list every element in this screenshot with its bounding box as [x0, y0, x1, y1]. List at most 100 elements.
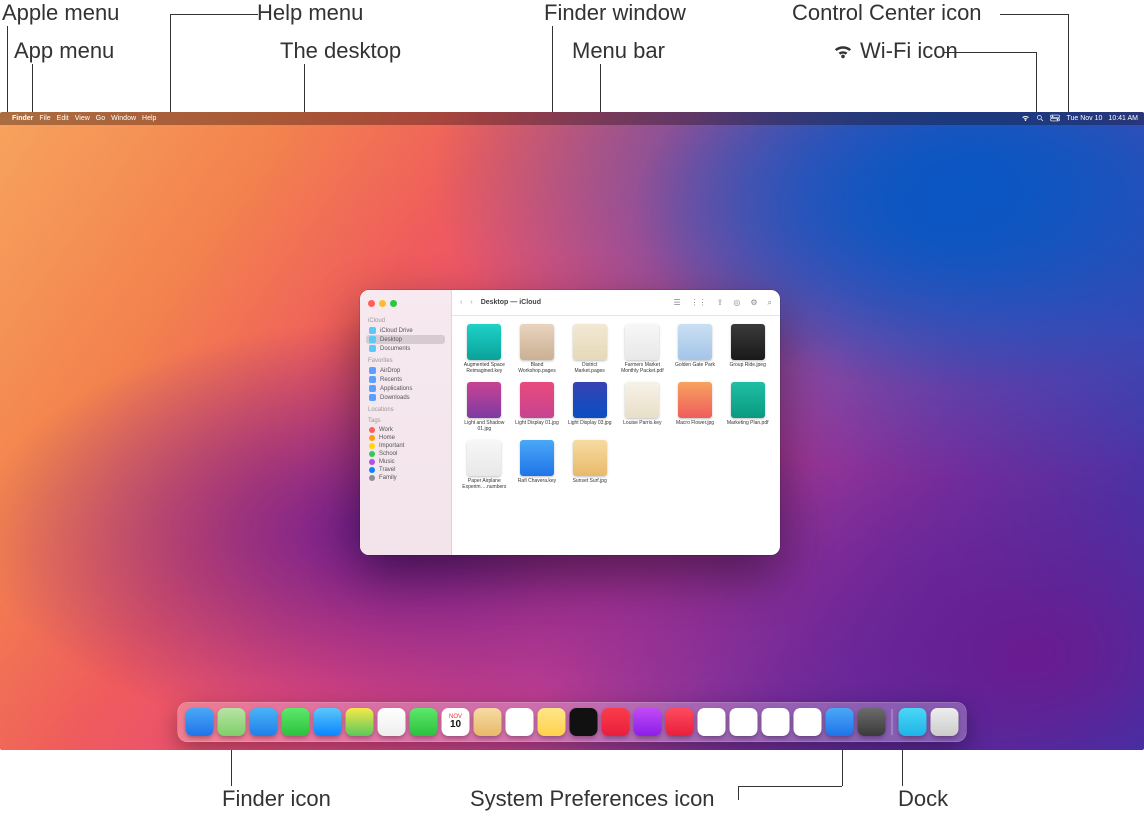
file-thumb	[573, 382, 607, 418]
sidebar-tag-travel[interactable]: Travel	[366, 466, 445, 474]
sidebar-item-label: Family	[379, 475, 397, 481]
sidebar-tag-family[interactable]: Family	[366, 474, 445, 482]
minimize-button[interactable]	[379, 300, 386, 307]
menu-file[interactable]: File	[39, 115, 50, 122]
dock-downloads-icon[interactable]	[899, 708, 927, 736]
share-button[interactable]: ⇪	[717, 298, 724, 308]
file-item[interactable]: Golden Gate Park	[671, 324, 720, 374]
sidebar-item-icloud-drive[interactable]: iCloud Drive	[366, 326, 445, 335]
sidebar-item-applications[interactable]: Applications	[366, 384, 445, 393]
menu-edit[interactable]: Edit	[57, 115, 69, 122]
dock-stocks-icon[interactable]	[698, 708, 726, 736]
file-name: Marketing Plan.pdf	[727, 421, 769, 427]
wifi-icon[interactable]	[1021, 114, 1030, 124]
file-item[interactable]: Farmers Market Monthly Packet.pdf	[618, 324, 667, 374]
finder-toolbar: ‹ › Desktop — iCloud ☰ ⋮⋮ ⇪ ◎ ⚙︎ ⌕	[452, 290, 780, 316]
leader	[944, 52, 1036, 53]
file-item[interactable]: Group Ride.jpeg	[723, 324, 772, 374]
file-item[interactable]: Louise Parris.key	[618, 382, 667, 432]
back-button[interactable]: ‹	[460, 299, 462, 306]
action-button[interactable]: ⚙︎	[750, 298, 757, 308]
dock-trash-icon[interactable]	[931, 708, 959, 736]
sidebar-tag-important[interactable]: Important	[366, 442, 445, 450]
file-item[interactable]: Paper Airplane Experim….numbers	[460, 440, 509, 490]
dock-reminders-icon[interactable]	[506, 708, 534, 736]
dock-messages-icon[interactable]	[282, 708, 310, 736]
dock-calendar-icon[interactable]: NOV10	[442, 708, 470, 736]
dock-launchpad-icon[interactable]	[218, 708, 246, 736]
sidebar-item-airdrop[interactable]: AirDrop	[366, 366, 445, 375]
callout-wifi: Wi-Fi icon	[832, 38, 958, 64]
menu-window[interactable]: Window	[111, 115, 136, 122]
file-item[interactable]: District Market.pages	[565, 324, 614, 374]
dock-maps-icon[interactable]	[346, 708, 374, 736]
sidebar-item-label: Applications	[380, 386, 412, 392]
sidebar-tag-music[interactable]: Music	[366, 458, 445, 466]
dock-mail-icon[interactable]	[314, 708, 342, 736]
file-thumb	[520, 382, 554, 418]
dock-tv-icon[interactable]	[570, 708, 598, 736]
file-item[interactable]: Rafi Chavera.key	[513, 440, 562, 490]
dock-notes-icon[interactable]	[538, 708, 566, 736]
menu-bar: Finder File Edit View Go Window Help Tue…	[0, 112, 1144, 125]
sidebar-item-recents[interactable]: Recents	[366, 375, 445, 384]
group-button[interactable]: ⋮⋮	[691, 298, 707, 308]
sidebar-item-downloads[interactable]: Downloads	[366, 393, 445, 402]
file-name: Sunset Surf.jpg	[573, 479, 607, 485]
sidebar-item-documents[interactable]: Documents	[366, 344, 445, 353]
file-item[interactable]: Light and Shadow 01.jpg	[460, 382, 509, 432]
dock-podcasts-icon[interactable]	[634, 708, 662, 736]
forward-button[interactable]: ›	[470, 299, 472, 306]
sidebar-label-favorites: Favorites	[368, 358, 447, 364]
leader	[170, 14, 258, 15]
dock-music-icon[interactable]	[602, 708, 630, 736]
app-menu[interactable]: Finder	[12, 115, 33, 122]
file-item[interactable]: Macro Flower.jpg	[671, 382, 720, 432]
leader	[1036, 52, 1037, 112]
file-name: Rafi Chavera.key	[518, 479, 556, 485]
menu-go[interactable]: Go	[96, 115, 105, 122]
view-icons-button[interactable]: ☰	[673, 298, 680, 308]
file-item[interactable]: Sunset Surf.jpg	[565, 440, 614, 490]
file-thumb	[520, 324, 554, 360]
dock-finder-icon[interactable]	[186, 708, 214, 736]
callout-app-menu: App menu	[14, 38, 114, 64]
tag-dot-icon	[369, 459, 375, 465]
dock-numbers-icon[interactable]	[730, 708, 758, 736]
dock-contacts-icon[interactable]	[474, 708, 502, 736]
dock-photos-icon[interactable]	[378, 708, 406, 736]
file-item[interactable]: Light Display 01.jpg	[513, 382, 562, 432]
spotlight-icon[interactable]	[1036, 114, 1044, 124]
control-center-icon[interactable]	[1050, 114, 1060, 124]
dock-appstore-icon[interactable]	[826, 708, 854, 736]
sidebar-item-label: Travel	[379, 467, 395, 473]
leader	[231, 750, 232, 786]
file-item[interactable]: Light Display 03.jpg	[565, 382, 614, 432]
tag-button[interactable]: ◎	[733, 298, 740, 308]
menubar-time[interactable]: 10:41 AM	[1108, 115, 1138, 122]
menu-view[interactable]: View	[75, 115, 90, 122]
sidebar-item-desktop[interactable]: Desktop	[366, 335, 445, 344]
sidebar-tag-work[interactable]: Work	[366, 426, 445, 434]
file-item[interactable]: Bland Workshop.pages	[513, 324, 562, 374]
dock-facetime-icon[interactable]	[410, 708, 438, 736]
dock-safari-icon[interactable]	[250, 708, 278, 736]
search-button[interactable]: ⌕	[768, 298, 772, 308]
zoom-button[interactable]	[390, 300, 397, 307]
sidebar-item-label: AirDrop	[380, 368, 400, 374]
finder-window[interactable]: iCloud iCloud Drive Desktop Documents Fa…	[360, 290, 780, 555]
sidebar-label-icloud: iCloud	[368, 318, 447, 324]
menu-help[interactable]: Help	[142, 115, 156, 122]
file-thumb	[625, 382, 659, 418]
dock-news-icon[interactable]	[666, 708, 694, 736]
close-button[interactable]	[368, 300, 375, 307]
wifi-glyph-callout	[832, 38, 838, 64]
menubar-date[interactable]: Tue Nov 10	[1066, 115, 1102, 122]
file-item[interactable]: Augmented Space Reimagined.key	[460, 324, 509, 374]
dock-keynote-icon[interactable]	[762, 708, 790, 736]
file-item[interactable]: Marketing Plan.pdf	[723, 382, 772, 432]
sidebar-tag-school[interactable]: School	[366, 450, 445, 458]
dock-pages-icon[interactable]	[794, 708, 822, 736]
dock-sysprefs-icon[interactable]	[858, 708, 886, 736]
sidebar-tag-home[interactable]: Home	[366, 434, 445, 442]
